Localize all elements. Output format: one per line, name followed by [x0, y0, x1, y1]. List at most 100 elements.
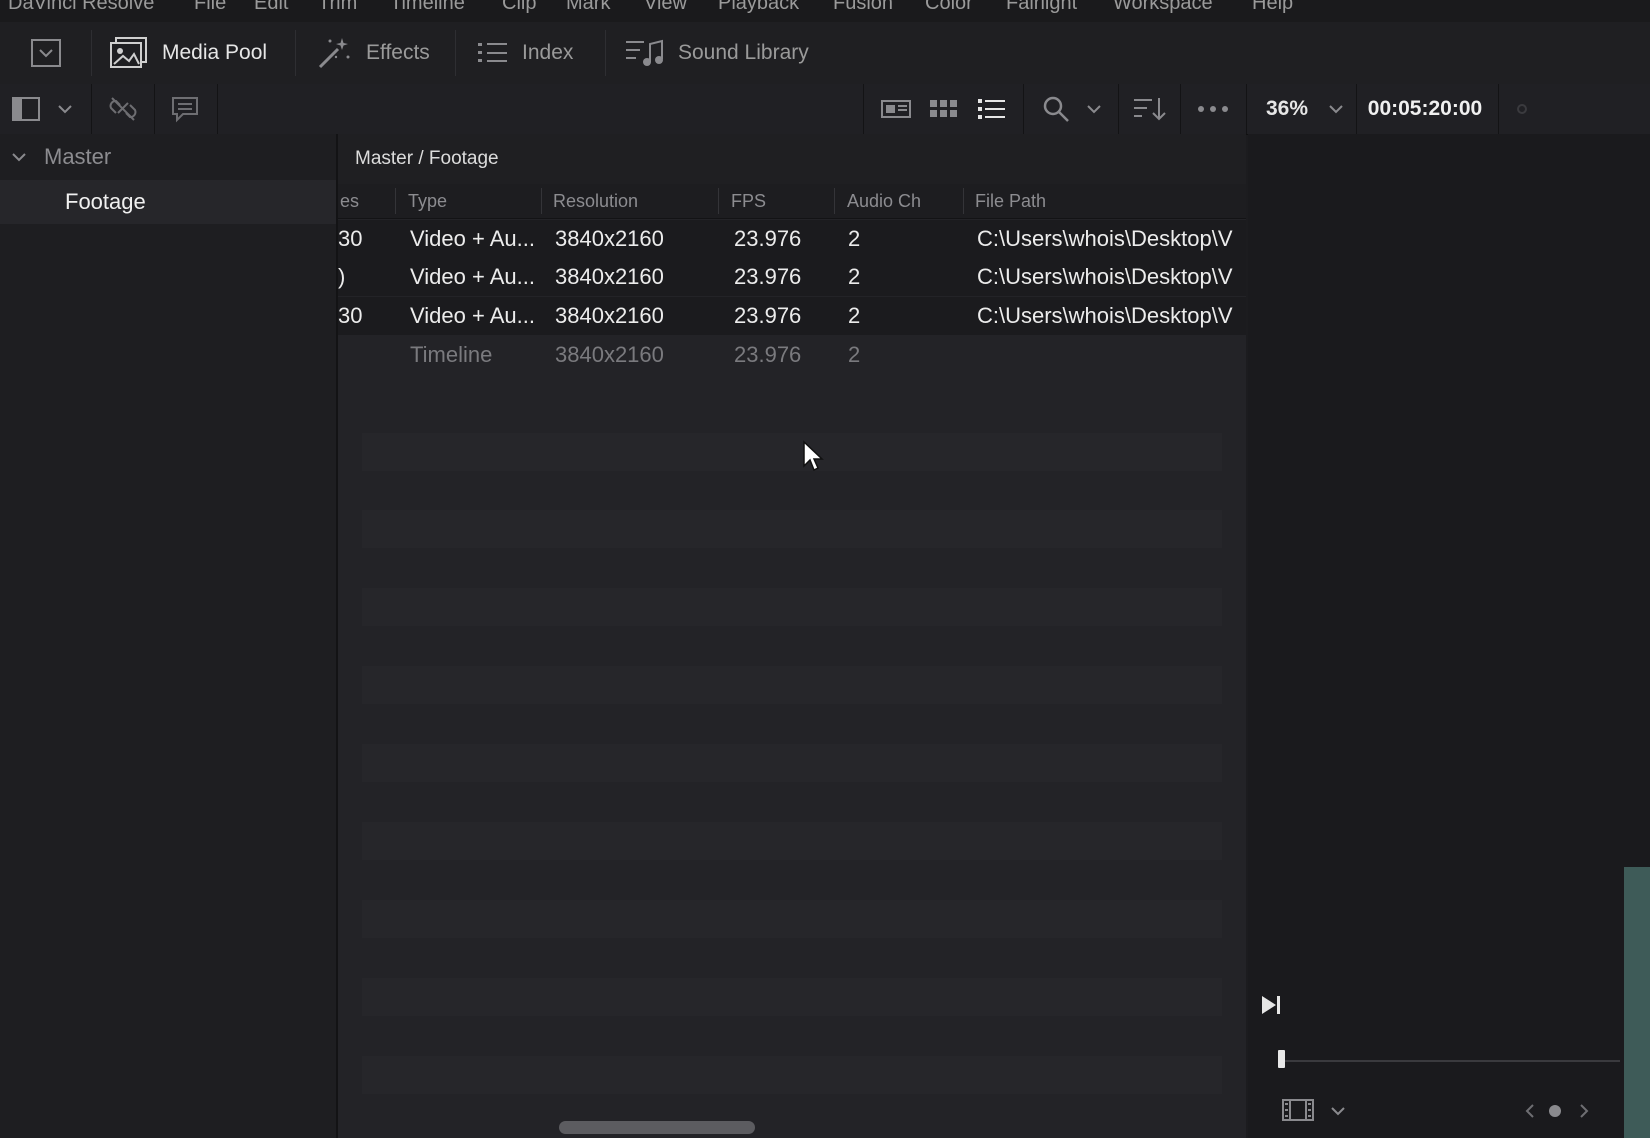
empty-row-stripe — [362, 744, 1222, 782]
cell-audio-ch: 2 — [848, 342, 861, 367]
cell-type: Video + Au... — [410, 226, 535, 251]
chevron-right-icon — [1580, 1104, 1589, 1118]
column-header-resolution[interactable]: Resolution — [553, 184, 638, 218]
bin-list-sidebar: Master Footage — [0, 134, 338, 1138]
empty-row-stripe — [362, 588, 1222, 626]
metadata-button[interactable] — [164, 84, 206, 134]
empty-row-stripe — [362, 900, 1222, 938]
cell-frames: 30 — [338, 226, 363, 251]
zoom-dropdown[interactable] — [1320, 84, 1352, 134]
cell-resolution: 3840x2160 — [555, 226, 664, 251]
list-view-icon — [978, 99, 1005, 119]
menu-trim[interactable]: Trim — [318, 0, 357, 15]
cell-audio-ch: 2 — [848, 264, 861, 289]
cell-frames: ) — [338, 264, 346, 289]
viewer-mode-button[interactable] — [1282, 1099, 1314, 1121]
unlink-icon — [109, 97, 137, 121]
chevron-down-box-icon — [31, 39, 61, 67]
cell-file-path: C:\Users\whois\Desktop\V — [977, 303, 1233, 328]
cell-fps: 23.976 — [734, 264, 802, 289]
media-pool-toolbar: 36% 00:05:20:00 — [0, 84, 1650, 135]
sort-button[interactable] — [1130, 84, 1170, 134]
list-view-button[interactable] — [972, 84, 1012, 134]
effects-wand-icon — [318, 38, 350, 69]
metadata-view-button[interactable] — [876, 84, 916, 134]
zoom-level[interactable]: 36% — [1258, 84, 1316, 134]
bin-footage[interactable]: Footage — [0, 180, 336, 224]
menu-color[interactable]: Color — [925, 0, 973, 15]
bin-master[interactable]: Master — [0, 134, 336, 180]
bin-footage-label: Footage — [65, 189, 146, 214]
next-frame-button[interactable] — [1260, 994, 1282, 1016]
menu-view[interactable]: View — [644, 0, 687, 15]
cell-fps: 23.976 — [734, 303, 802, 328]
search-options-dropdown[interactable] — [1080, 84, 1108, 134]
cell-file-path — [977, 336, 1246, 374]
workspace-dropdown-button[interactable] — [28, 22, 64, 84]
table-row[interactable]: 30 Video + Au... 3840x2160 23.976 2 C:\U… — [338, 297, 1246, 335]
menu-edit[interactable]: Edit — [254, 0, 288, 15]
empty-row-stripe — [362, 978, 1222, 1016]
next-button[interactable] — [1578, 1103, 1590, 1119]
scrubber-track[interactable] — [1280, 1060, 1620, 1062]
more-options-button[interactable] — [1192, 84, 1234, 134]
column-header-type[interactable]: Type — [408, 184, 447, 218]
mode-index-label: Index — [522, 41, 574, 64]
empty-row-stripe — [362, 510, 1222, 548]
mouse-cursor-icon — [802, 440, 826, 474]
timecode-display: 00:05:20:00 — [1367, 97, 1483, 120]
menu-fusion[interactable]: Fusion — [833, 0, 893, 15]
bin-list-dropdown-button[interactable] — [52, 84, 78, 134]
chevron-down-icon — [58, 105, 72, 114]
media-pool-icon — [110, 37, 147, 68]
search-button[interactable] — [1036, 84, 1076, 134]
column-header-frames[interactable]: es — [340, 184, 359, 218]
side-panel-edge — [1624, 867, 1650, 1138]
mode-media-pool[interactable]: Media Pool — [110, 22, 267, 84]
skip-forward-icon — [1262, 996, 1280, 1014]
empty-row-stripe — [362, 433, 1222, 471]
menu-clip[interactable]: Clip — [502, 0, 536, 15]
previous-button[interactable] — [1524, 1103, 1536, 1119]
table-row[interactable]: ) Video + Au... 3840x2160 23.976 2 C:\Us… — [338, 258, 1246, 296]
empty-row-stripe — [362, 1056, 1222, 1094]
mode-sound-library[interactable]: Sound Library — [626, 22, 809, 84]
viewer-mode-dropdown[interactable] — [1330, 1106, 1346, 1116]
mode-effects[interactable]: Effects — [316, 22, 430, 84]
thumbnail-view-button[interactable] — [925, 84, 963, 134]
mode-index[interactable]: Index — [478, 22, 573, 84]
playhead[interactable] — [1278, 1050, 1285, 1068]
search-icon — [1043, 96, 1069, 122]
menu-mark[interactable]: Mark — [566, 0, 610, 15]
cell-file-path: C:\Users\whois\Desktop\V — [977, 264, 1233, 289]
horizontal-scrollbar[interactable] — [559, 1121, 755, 1134]
menu-playback[interactable]: Playback — [718, 0, 799, 15]
chevron-down-icon — [1329, 105, 1343, 114]
mode-sound-library-label: Sound Library — [678, 41, 809, 64]
table-row[interactable]: 30 Video + Au... 3840x2160 23.976 2 C:\U… — [338, 220, 1246, 258]
table-row-timeline[interactable]: Timeline 3840x2160 23.976 2 — [338, 336, 1246, 374]
chevron-down-icon[interactable] — [11, 152, 27, 162]
menu-workspace[interactable]: Workspace — [1113, 0, 1213, 15]
media-pool-list: Master / Footage es Type Resolution FPS … — [338, 134, 1246, 1138]
column-header-audio-ch[interactable]: Audio Ch — [847, 184, 921, 218]
column-header-fps[interactable]: FPS — [731, 184, 766, 218]
cell-file-path: C:\Users\whois\Desktop\V — [977, 226, 1233, 251]
panel-mode-bar: Media Pool Effects Index Sound Library — [0, 22, 1650, 85]
menu-bar: DaVinci Resolve File Edit Trim Timeline … — [0, 0, 1650, 22]
menu-davinci-resolve[interactable]: DaVinci Resolve — [8, 0, 154, 15]
mode-effects-label: Effects — [366, 41, 430, 64]
unlink-clips-button[interactable] — [102, 84, 144, 134]
menu-help[interactable]: Help — [1252, 0, 1293, 15]
metadata-view-icon — [881, 100, 911, 118]
menu-timeline[interactable]: Timeline — [390, 0, 465, 15]
menu-fairlight[interactable]: Fairlight — [1006, 0, 1077, 15]
menu-file[interactable]: File — [194, 0, 226, 15]
column-header-file-path[interactable]: File Path — [975, 184, 1046, 218]
status-dot-icon — [1517, 104, 1527, 114]
cell-audio-ch: 2 — [848, 303, 861, 328]
toggle-bin-list-button[interactable] — [8, 84, 44, 134]
cell-frames: 30 — [338, 303, 363, 328]
source-viewer — [1248, 134, 1650, 1138]
cell-fps: 23.976 — [734, 226, 802, 251]
